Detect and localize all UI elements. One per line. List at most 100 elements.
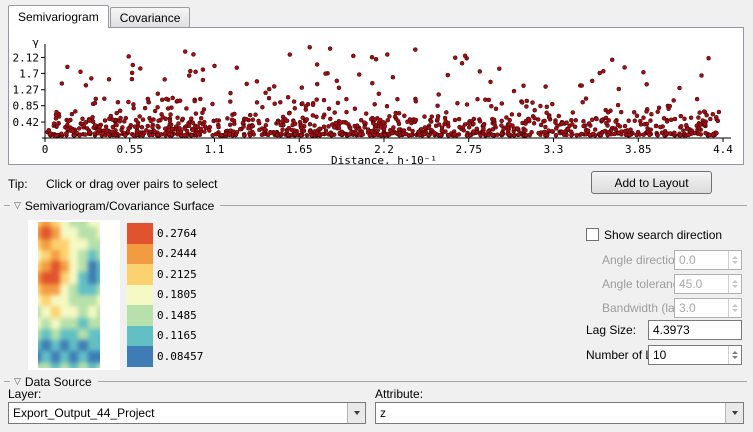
scatter-point[interactable] (532, 115, 537, 121)
scatter-point[interactable] (334, 78, 340, 84)
scatter-point[interactable] (464, 102, 470, 107)
scatter-point[interactable] (592, 127, 598, 132)
scatter-point[interactable] (186, 123, 192, 129)
scatter-point[interactable] (106, 77, 112, 82)
scatter-point[interactable] (516, 132, 521, 137)
scatter-point[interactable] (231, 129, 236, 134)
scatter-point[interactable] (492, 122, 497, 127)
scatter-point[interactable] (287, 52, 293, 57)
scatter-point[interactable] (227, 122, 233, 128)
scatter-point[interactable] (570, 110, 576, 115)
scatter-point[interactable] (309, 133, 314, 138)
scatter-point[interactable] (579, 131, 584, 137)
scatter-point[interactable] (138, 66, 143, 71)
scatter-point[interactable] (618, 109, 624, 115)
scatter-point[interactable] (367, 133, 373, 138)
scatter-point[interactable] (373, 56, 379, 62)
scatter-point[interactable] (263, 90, 268, 96)
scatter-point[interactable] (155, 123, 160, 129)
scatter-point[interactable] (314, 81, 320, 87)
scatter-point[interactable] (102, 96, 107, 101)
scatter-point[interactable] (456, 116, 462, 122)
scatter-point[interactable] (698, 122, 703, 127)
scatter-point[interactable] (83, 132, 88, 137)
scatter-point[interactable] (464, 133, 470, 138)
scatter-point[interactable] (240, 120, 246, 126)
scatter-point[interactable] (493, 106, 499, 112)
scatter-point[interactable] (87, 130, 93, 135)
scatter-point[interactable] (70, 129, 76, 134)
scatter-point[interactable] (253, 112, 258, 117)
scatter-point[interactable] (626, 118, 631, 123)
scatter-point[interactable] (488, 79, 493, 85)
scatter-point[interactable] (634, 132, 639, 138)
scatter-point[interactable] (328, 116, 333, 122)
scatter-point[interactable] (125, 129, 131, 134)
scatter-point[interactable] (536, 130, 541, 136)
scatter-point[interactable] (237, 126, 243, 132)
scatter-point[interactable] (162, 131, 168, 136)
scatter-point[interactable] (186, 73, 192, 78)
scatter-point[interactable] (344, 96, 349, 102)
scatter-point[interactable] (117, 108, 123, 114)
scatter-point[interactable] (553, 120, 558, 125)
scatter-point[interactable] (382, 132, 388, 138)
scatter-point[interactable] (641, 115, 646, 120)
scatter-point[interactable] (531, 121, 537, 126)
scatter-point[interactable] (338, 120, 343, 125)
scatter-point[interactable] (104, 128, 110, 133)
scatter-point[interactable] (390, 130, 395, 136)
scatter-point[interactable] (317, 126, 322, 132)
scatter-point[interactable] (262, 126, 267, 132)
scatter-point[interactable] (495, 132, 500, 137)
scatter-point[interactable] (246, 126, 251, 131)
scatter-point[interactable] (667, 131, 673, 136)
scatter-point[interactable] (413, 99, 419, 104)
scatter-point[interactable] (407, 117, 413, 122)
scatter-point[interactable] (145, 96, 151, 102)
scatter-point[interactable] (581, 123, 586, 129)
scatter-point[interactable] (292, 132, 298, 137)
scatter-point[interactable] (559, 120, 565, 126)
scatter-point[interactable] (489, 132, 495, 138)
scatter-point[interactable] (632, 118, 638, 123)
scatter-point[interactable] (714, 115, 719, 120)
scatter-point[interactable] (376, 91, 382, 97)
scatter-point[interactable] (81, 123, 86, 129)
scatter-point[interactable] (97, 124, 102, 130)
scatter-point[interactable] (286, 110, 292, 116)
scatter-point[interactable] (314, 62, 320, 67)
scatter-point[interactable] (191, 52, 196, 57)
scatter-point[interactable] (395, 96, 400, 102)
scatter-point[interactable] (200, 110, 205, 116)
scatter-point[interactable] (320, 115, 326, 120)
scatter-point[interactable] (543, 84, 548, 89)
scatter-point[interactable] (150, 124, 155, 130)
scatter-point[interactable] (357, 132, 362, 137)
scatter-point[interactable] (544, 132, 550, 138)
scatter-point[interactable] (132, 124, 138, 129)
scatter-point[interactable] (403, 131, 409, 137)
scatter-point[interactable] (46, 127, 52, 133)
scatter-point[interactable] (526, 117, 532, 122)
scatter-point[interactable] (254, 100, 260, 105)
scatter-point[interactable] (165, 106, 171, 111)
scatter-point[interactable] (658, 124, 663, 130)
scatter-point[interactable] (481, 126, 486, 131)
scatter-point[interactable] (289, 127, 295, 133)
scatter-point[interactable] (54, 133, 59, 138)
scatter-point[interactable] (598, 132, 604, 138)
scatter-point[interactable] (385, 117, 391, 123)
scatter-point[interactable] (678, 132, 683, 138)
scatter-point[interactable] (131, 102, 136, 107)
scatter-point[interactable] (182, 49, 188, 54)
scatter-point[interactable] (189, 132, 194, 138)
scatter-point[interactable] (147, 132, 152, 138)
scatter-point[interactable] (644, 82, 649, 87)
scatter-point[interactable] (365, 127, 371, 132)
scatter-point[interactable] (131, 105, 136, 111)
scatter-point[interactable] (137, 114, 142, 119)
scatter-point[interactable] (609, 57, 615, 63)
scatter-point[interactable] (546, 114, 552, 120)
scatter-point[interactable] (300, 101, 305, 106)
